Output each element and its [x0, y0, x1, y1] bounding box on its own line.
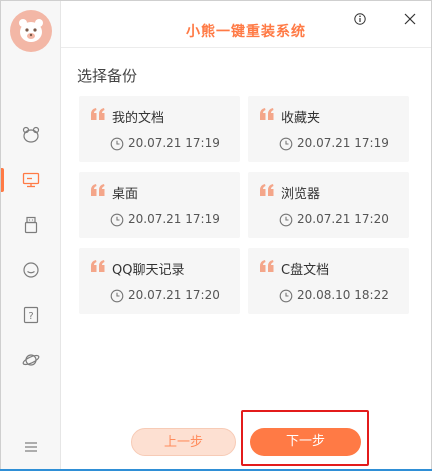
previous-step-button[interactable]: 上一步 — [131, 428, 236, 456]
backup-item-c-drive-docs[interactable]: C盘文档 20.08.10 18:22 — [248, 248, 409, 314]
clock-icon — [279, 137, 293, 151]
quote-icon — [91, 260, 105, 272]
backup-item-time: 20.07.21 17:19 — [297, 136, 389, 150]
app-title: 小熊一键重装系统 — [186, 24, 306, 40]
backup-item-time: 20.07.21 17:20 — [297, 212, 389, 226]
quote-icon — [260, 108, 274, 120]
sidebar-item-help[interactable]: ? — [1, 299, 60, 331]
backup-item-favorites[interactable]: 收藏夹 20.07.21 17:19 — [248, 96, 409, 162]
clock-icon — [110, 289, 124, 303]
usb-drive-icon — [24, 216, 37, 234]
sidebar-menu-button[interactable] — [1, 431, 60, 463]
backup-item-time: 20.07.21 17:20 — [128, 288, 220, 302]
sidebar-item-home[interactable] — [1, 119, 60, 151]
close-icon — [404, 13, 416, 25]
app-window: ? 小熊一键重装系统 选择备份 我的文档 20.07.21 17:19 收藏夹 … — [0, 0, 432, 471]
bear-logo-icon — [10, 10, 52, 52]
info-icon — [354, 13, 366, 25]
next-step-button[interactable]: 下一步 — [250, 428, 361, 456]
clock-icon — [110, 213, 124, 227]
monitor-icon — [22, 172, 39, 188]
backup-item-browser[interactable]: 浏览器 20.07.21 17:20 — [248, 172, 409, 238]
quote-icon — [91, 184, 105, 196]
backup-item-name: C盘文档 — [281, 263, 330, 278]
bear-icon — [22, 126, 39, 143]
backup-item-time: 20.07.21 17:19 — [128, 136, 220, 150]
clock-icon — [110, 137, 124, 151]
close-button[interactable] — [402, 11, 418, 27]
chat-bubble-icon — [22, 262, 39, 278]
backup-item-desktop[interactable]: 桌面 20.07.21 17:19 — [79, 172, 240, 238]
backup-item-name: 收藏夹 — [281, 111, 321, 126]
backup-item-name: 浏览器 — [281, 187, 321, 202]
backup-item-name: 桌面 — [112, 187, 139, 202]
title-bar: 小熊一键重装系统 — [61, 1, 431, 48]
backup-item-name: 我的文档 — [112, 111, 165, 126]
sidebar-item-usb[interactable] — [1, 209, 60, 241]
svg-text:?: ? — [28, 311, 33, 322]
backup-item-documents[interactable]: 我的文档 20.07.21 17:19 — [79, 96, 240, 162]
planet-icon — [22, 354, 39, 366]
quote-icon — [260, 260, 274, 272]
sidebar-item-system[interactable] — [1, 164, 60, 196]
section-title: 选择备份 — [77, 67, 138, 85]
sidebar: ? — [1, 1, 61, 470]
quote-icon — [91, 108, 105, 120]
backup-item-qq-chat[interactable]: QQ聊天记录 20.07.21 17:20 — [79, 248, 240, 314]
backup-item-name: QQ聊天记录 — [112, 263, 185, 278]
backup-item-time: 20.08.10 18:22 — [297, 288, 389, 302]
sidebar-item-chat[interactable] — [1, 254, 60, 286]
backup-item-time: 20.07.21 17:19 — [128, 212, 220, 226]
help-icon: ? — [23, 306, 38, 324]
info-button[interactable] — [352, 11, 368, 27]
menu-icon — [24, 442, 37, 452]
sidebar-item-planet[interactable] — [1, 344, 60, 376]
clock-icon — [279, 213, 293, 227]
backup-list: 我的文档 20.07.21 17:19 收藏夹 20.07.21 17:19 桌… — [79, 96, 409, 318]
quote-icon — [260, 184, 274, 196]
clock-icon — [279, 289, 293, 303]
